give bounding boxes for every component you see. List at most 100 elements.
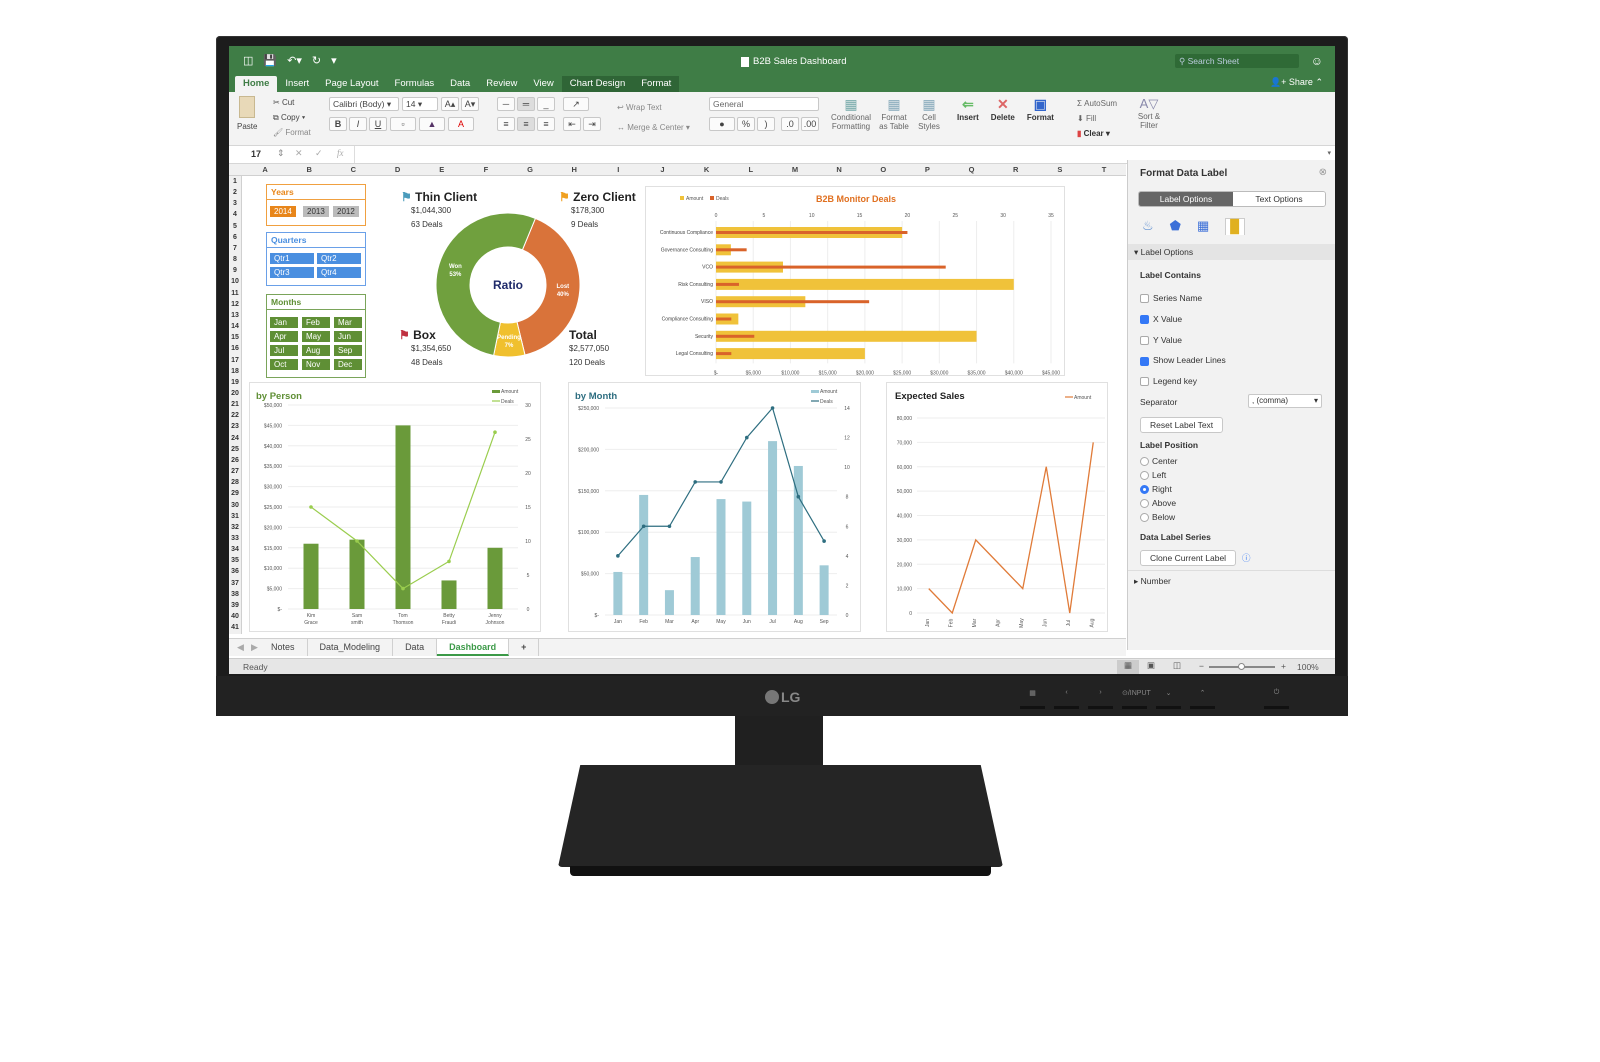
slicer-item-2012[interactable]: 2012 [333, 206, 359, 217]
radio-option[interactable]: Above [1140, 496, 1178, 510]
menu-button[interactable]: ▦ [1020, 689, 1045, 709]
format-cells-button[interactable]: ▣ Format [1027, 96, 1054, 122]
power-button[interactable]: ⏻ [1264, 689, 1289, 709]
expected-sales-chart[interactable]: Expected Sales Amount 0 10,000 20,000 30,000 4… [886, 382, 1108, 632]
row-header[interactable]: 32 [229, 522, 241, 533]
add-sheet-button[interactable]: + [509, 639, 540, 656]
borders-button[interactable]: ▫ [390, 117, 416, 131]
currency-button[interactable]: ● [709, 117, 735, 131]
search-sheet-input[interactable]: ⚲ Search Sheet [1175, 54, 1299, 68]
row-header[interactable]: 36 [229, 566, 241, 577]
row-header[interactable]: 31 [229, 511, 241, 522]
comma-button[interactable]: ) [757, 117, 775, 131]
slicer-item-month[interactable]: Jul [270, 345, 298, 356]
tab-view[interactable]: View [525, 76, 561, 92]
name-box-stepper[interactable]: ⇕ [277, 148, 285, 159]
fill-line-icon[interactable]: ♨ [1142, 218, 1154, 235]
radio[interactable] [1140, 485, 1149, 495]
merge-center-button[interactable]: ↔ Merge & Center ▾ [617, 118, 690, 138]
format-as-table-button[interactable]: ▦ Format as Table [879, 96, 909, 131]
checkbox[interactable] [1140, 335, 1149, 345]
row-header[interactable]: 18 [229, 366, 241, 377]
row-header[interactable]: 13 [229, 310, 241, 321]
column-header[interactable]: H [552, 164, 596, 175]
right-button[interactable]: › [1088, 689, 1113, 709]
slicer-item-month[interactable]: Sep [334, 345, 362, 356]
font-name-select[interactable]: Calibri (Body) ▾ [329, 97, 399, 111]
slicer-item-month[interactable]: Aug [302, 345, 330, 356]
row-header[interactable]: 11 [229, 288, 241, 299]
row-header[interactable]: 1 [229, 176, 241, 187]
delete-cells-button[interactable]: ✕ Delete [991, 96, 1015, 122]
checkbox[interactable] [1140, 294, 1149, 304]
copy-button[interactable]: ⧉ Copy ▾ [273, 110, 311, 125]
row-header[interactable]: 35 [229, 555, 241, 566]
column-header[interactable]: S [1038, 164, 1082, 175]
row-header[interactable]: 41 [229, 622, 241, 633]
row-header[interactable]: 19 [229, 377, 241, 388]
radio[interactable] [1140, 457, 1149, 467]
checkbox-option[interactable]: X Value [1140, 309, 1226, 330]
row-header[interactable]: 22 [229, 410, 241, 421]
slicer-item-month[interactable]: Oct [270, 359, 298, 370]
slicer-item-month[interactable]: Dec [334, 359, 362, 370]
slicer-item-month[interactable]: Feb [302, 317, 330, 328]
ratio-donut-chart[interactable]: Lost 40% Pending 7% Won 53% Ratio [433, 210, 583, 360]
feedback-icon[interactable]: ☺ [1311, 54, 1323, 68]
increase-font-button[interactable]: A▴ [441, 97, 459, 111]
align-top-button[interactable]: ─ [497, 97, 515, 111]
zoom-in-button[interactable]: + [1281, 661, 1286, 671]
sheet-tab-data-modeling[interactable]: Data_Modeling [308, 639, 394, 656]
tab-insert[interactable]: Insert [277, 76, 317, 92]
save-icon[interactable]: 💾 [263, 54, 277, 67]
bold-button[interactable]: B [329, 117, 347, 131]
column-header[interactable]: P [905, 164, 949, 175]
info-icon[interactable]: ⓘ [1242, 552, 1251, 564]
page-layout-view-icon[interactable]: ▣ [1147, 660, 1155, 671]
radio-option[interactable]: Right [1140, 482, 1178, 496]
decrease-indent-button[interactable]: ⇤ [563, 117, 581, 131]
row-header[interactable]: 5 [229, 221, 241, 232]
insert-cells-button[interactable]: ⇐ Insert [957, 96, 979, 122]
sort-filter-button[interactable]: A▽ Sort & Filter [1135, 96, 1163, 130]
cut-button[interactable]: ✂ Cut [273, 95, 311, 110]
undo-icon[interactable]: ↶▾ [287, 54, 302, 67]
tab-data[interactable]: Data [442, 76, 478, 92]
name-box[interactable]: 17 [251, 149, 261, 159]
row-header[interactable]: 20 [229, 388, 241, 399]
number-format-select[interactable]: General [709, 97, 819, 111]
row-header[interactable]: 30 [229, 500, 241, 511]
sheet-tab-notes[interactable]: Notes [259, 639, 308, 656]
left-button[interactable]: ‹ [1054, 689, 1079, 709]
sheet-tab-data[interactable]: Data [393, 639, 438, 656]
column-header[interactable]: T [1082, 164, 1126, 175]
radio[interactable] [1140, 513, 1149, 523]
radio-option[interactable]: Below [1140, 510, 1178, 524]
tab-chart-design[interactable]: Chart Design [561, 76, 634, 92]
italic-button[interactable]: I [349, 117, 367, 131]
align-center-button[interactable]: ≡ [517, 117, 535, 131]
slicer-item-qtr4[interactable]: Qtr4 [317, 267, 361, 278]
reset-label-text-button[interactable]: Reset Label Text [1140, 417, 1224, 433]
align-bottom-button[interactable]: _ [537, 97, 555, 111]
checkbox-option[interactable]: Legend key [1140, 371, 1226, 392]
slicer-item-month[interactable]: Mar [334, 317, 362, 328]
column-header[interactable]: D [375, 164, 419, 175]
row-header[interactable]: 14 [229, 321, 241, 332]
font-color-button[interactable]: A [448, 117, 474, 131]
slicer-item-month[interactable]: Apr [270, 331, 298, 342]
column-header[interactable]: A [243, 164, 287, 175]
row-header[interactable]: 33 [229, 533, 241, 544]
separator-select[interactable]: , (comma) ▾ [1248, 394, 1322, 408]
increase-decimal-button[interactable]: .0 [781, 117, 799, 131]
sheet-nav-next-icon[interactable]: ▶ [251, 642, 258, 653]
cell-styles-button[interactable]: ▦ Cell Styles [917, 96, 941, 131]
decrease-decimal-button[interactable]: .00 [801, 117, 819, 131]
cancel-icon[interactable]: ✕ [295, 148, 303, 159]
row-header[interactable]: 3 [229, 198, 241, 209]
decrease-font-button[interactable]: A▾ [461, 97, 479, 111]
autosum-button[interactable]: Σ AutoSum [1077, 96, 1117, 111]
row-header[interactable]: 40 [229, 611, 241, 622]
row-header[interactable]: 24 [229, 433, 241, 444]
column-header[interactable]: F [464, 164, 508, 175]
